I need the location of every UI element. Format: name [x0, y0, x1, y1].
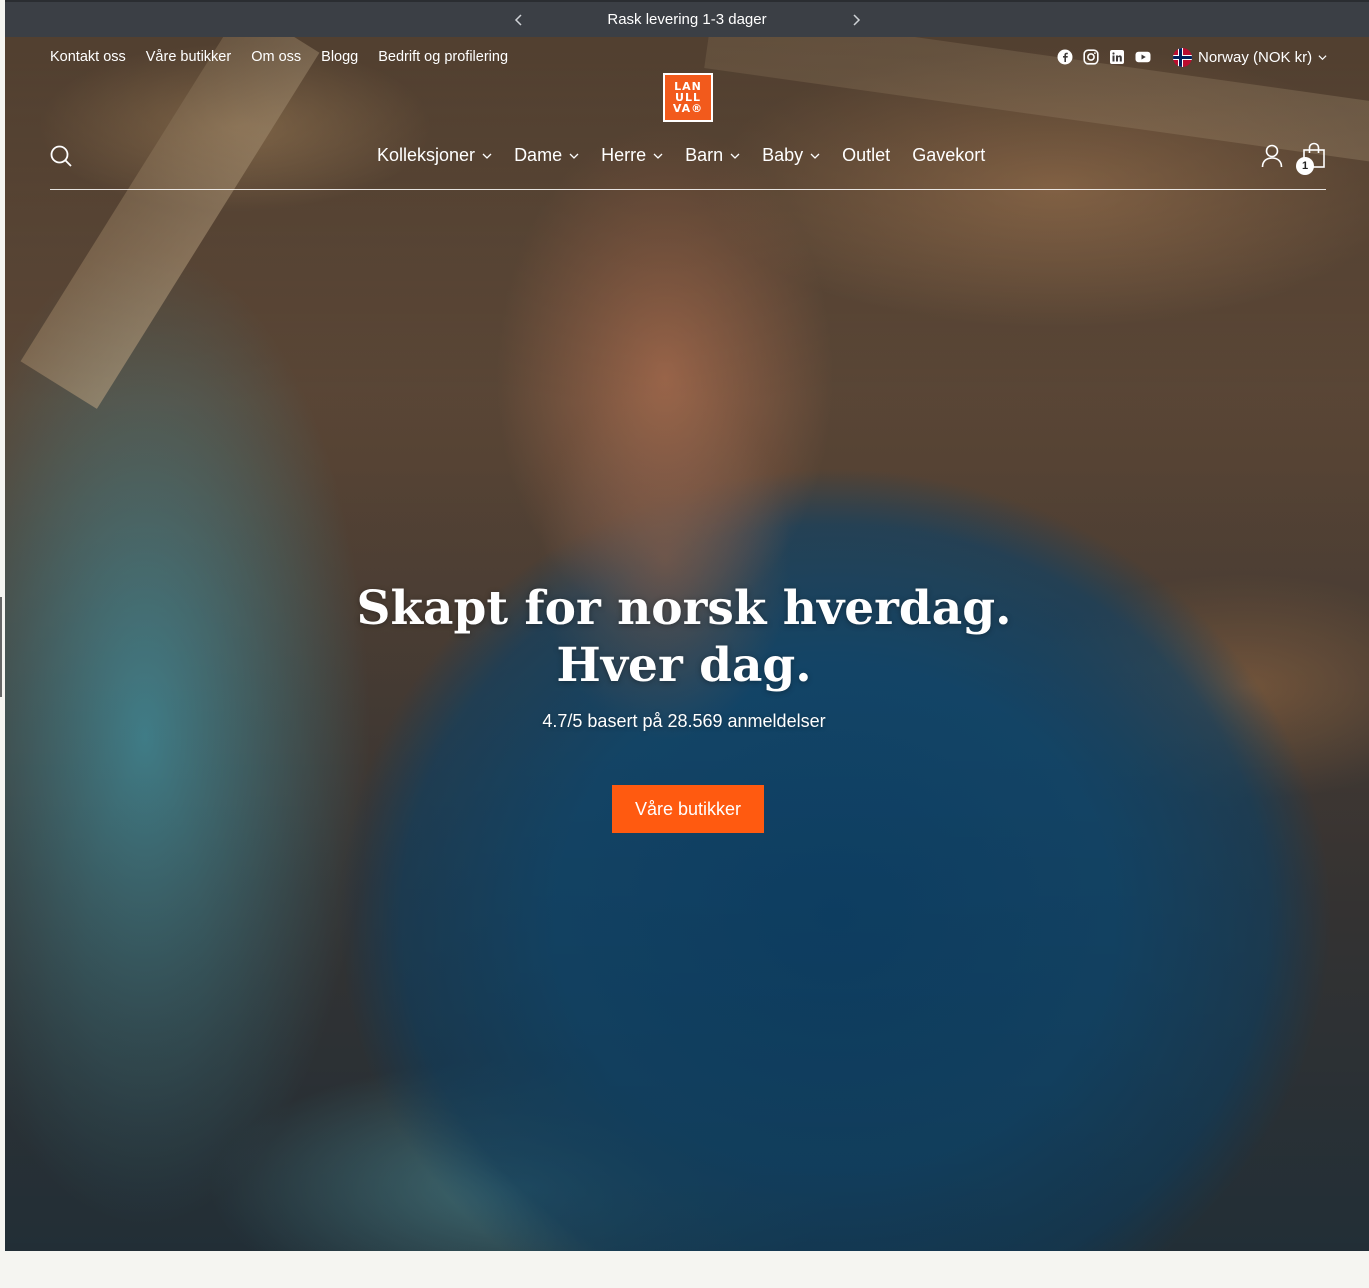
- announcement-bar: Rask levering 1-3 dager: [5, 0, 1369, 37]
- stores-cta-button[interactable]: Våre butikker: [612, 785, 764, 833]
- social-links: [1057, 49, 1151, 65]
- youtube-icon: [1135, 51, 1151, 63]
- norway-flag-icon: [1173, 48, 1192, 67]
- util-link-kontakt[interactable]: Kontakt oss: [50, 49, 126, 65]
- announcement-next-button[interactable]: [846, 10, 866, 30]
- nav-item-label: Herre: [601, 145, 647, 165]
- chevron-left-icon: [514, 14, 522, 26]
- hero-headline: Skapt for norsk hverdag. Hver dag.: [284, 580, 1084, 694]
- scroll-indicator: [0, 597, 2, 697]
- nav-item-label: Kolleksjoner: [377, 145, 476, 165]
- util-link-bedrift[interactable]: Bedrift og profilering: [378, 49, 508, 65]
- utility-nav: Kontakt oss Våre butikker Om oss Blogg B…: [50, 49, 508, 65]
- util-link-blogg[interactable]: Blogg: [321, 49, 358, 65]
- nav-item-outlet[interactable]: Outlet: [842, 145, 890, 166]
- instagram-link[interactable]: [1083, 49, 1099, 65]
- chevron-right-icon: [853, 14, 861, 26]
- account-icon: [1261, 144, 1283, 168]
- nav-item-baby[interactable]: Baby: [762, 145, 820, 166]
- nav-item-label: Barn: [685, 145, 724, 165]
- nav-item-kolleksjoner[interactable]: Kolleksjoner: [377, 145, 492, 166]
- country-selector[interactable]: Norway (NOK kr): [1173, 48, 1327, 67]
- nav-item-label: Outlet: [842, 145, 891, 165]
- country-label: Norway (NOK kr): [1198, 49, 1313, 66]
- util-link-om-oss[interactable]: Om oss: [251, 49, 301, 65]
- chevron-down-icon: [569, 153, 579, 159]
- header-divider: [50, 189, 1326, 190]
- headline-line: Hver dag.: [556, 638, 812, 693]
- nav-item-barn[interactable]: Barn: [685, 145, 740, 166]
- linkedin-icon: [1110, 50, 1124, 64]
- instagram-icon: [1083, 49, 1099, 65]
- search-icon: [50, 145, 72, 167]
- facebook-icon: [1057, 49, 1073, 65]
- nav-item-dame[interactable]: Dame: [514, 145, 579, 166]
- nav-item-gavekort[interactable]: Gavekort: [912, 145, 985, 166]
- nav-item-herre[interactable]: Herre: [601, 145, 663, 166]
- nav-item-label: Dame: [514, 145, 563, 165]
- hero-rating: 4.7/5 basert på 28.569 anmeldelser: [542, 711, 826, 731]
- chevron-down-icon: [810, 153, 820, 159]
- linkedin-link[interactable]: [1109, 49, 1125, 65]
- lanullva-logo[interactable]: LAN ULL VA®: [663, 73, 713, 122]
- facebook-link[interactable]: [1057, 49, 1073, 65]
- chevron-down-icon: [730, 153, 740, 159]
- main-nav: Kolleksjoner Dame Herre Barn Baby Outlet…: [377, 145, 985, 166]
- chevron-down-icon: [482, 153, 492, 159]
- logo-line: VA®: [672, 102, 704, 115]
- search-button[interactable]: [50, 145, 72, 167]
- util-link-butikker[interactable]: Våre butikker: [146, 49, 231, 65]
- nav-item-label: Baby: [762, 145, 804, 165]
- nav-item-label: Gavekort: [912, 145, 986, 165]
- chevron-down-icon: [653, 153, 663, 159]
- headline-line: Skapt for norsk hverdag.: [356, 581, 1012, 636]
- announcement-text: Rask levering 1-3 dager: [607, 11, 767, 28]
- account-button[interactable]: [1261, 144, 1283, 168]
- youtube-link[interactable]: [1135, 49, 1151, 65]
- cart-count-badge: 1: [1296, 157, 1314, 175]
- chevron-down-icon: [1318, 49, 1327, 66]
- announcement-prev-button[interactable]: [509, 10, 529, 30]
